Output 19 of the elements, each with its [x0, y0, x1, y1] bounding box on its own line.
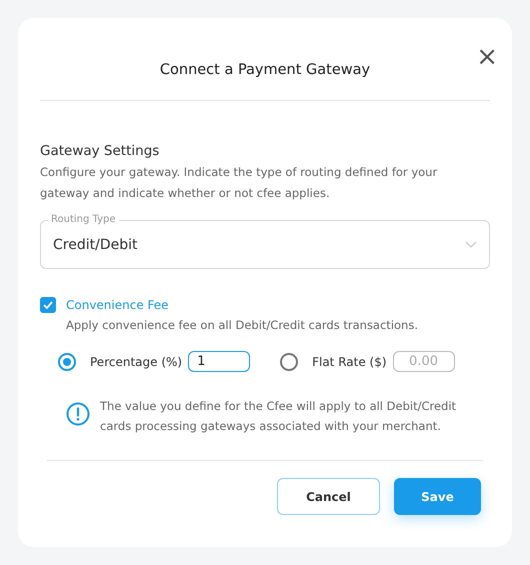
- checkbox-description: Apply convenience fee on all Debit/Credit cards transactions.: [66, 318, 419, 332]
- radio-label: Percentage (%): [90, 354, 182, 368]
- exclamation-icon: [66, 402, 90, 426]
- dialog-title: Connect a Payment Gateway: [160, 62, 370, 78]
- chevron-down-icon: [465, 240, 477, 248]
- info-text: The value you define for the Cfee will apply to all Debit/Credit cards processing gateways associated with your merchant.: [100, 398, 458, 435]
- close-button[interactable]: ×: [476, 44, 498, 70]
- checkbox[interactable]: [40, 297, 56, 313]
- check-icon: [43, 301, 53, 309]
- radio-label: Flat Rate ($): [312, 354, 387, 368]
- section-description: Configure your gateway. Indicate the type of routing defined for your gateway and indicate whether or not cfee applies.: [40, 164, 438, 202]
- field-label: Routing Type: [48, 213, 118, 227]
- checkbox-label: Convenience Fee: [66, 298, 169, 312]
- input-field[interactable]: 1: [188, 351, 250, 372]
- radio-button[interactable]: [58, 352, 76, 370]
- cancel-button[interactable]: Cancel: [277, 478, 380, 515]
- input-field[interactable]: 0.00: [392, 351, 455, 372]
- radio-button[interactable]: [280, 352, 298, 370]
- section-heading: Gateway Settings: [40, 143, 160, 159]
